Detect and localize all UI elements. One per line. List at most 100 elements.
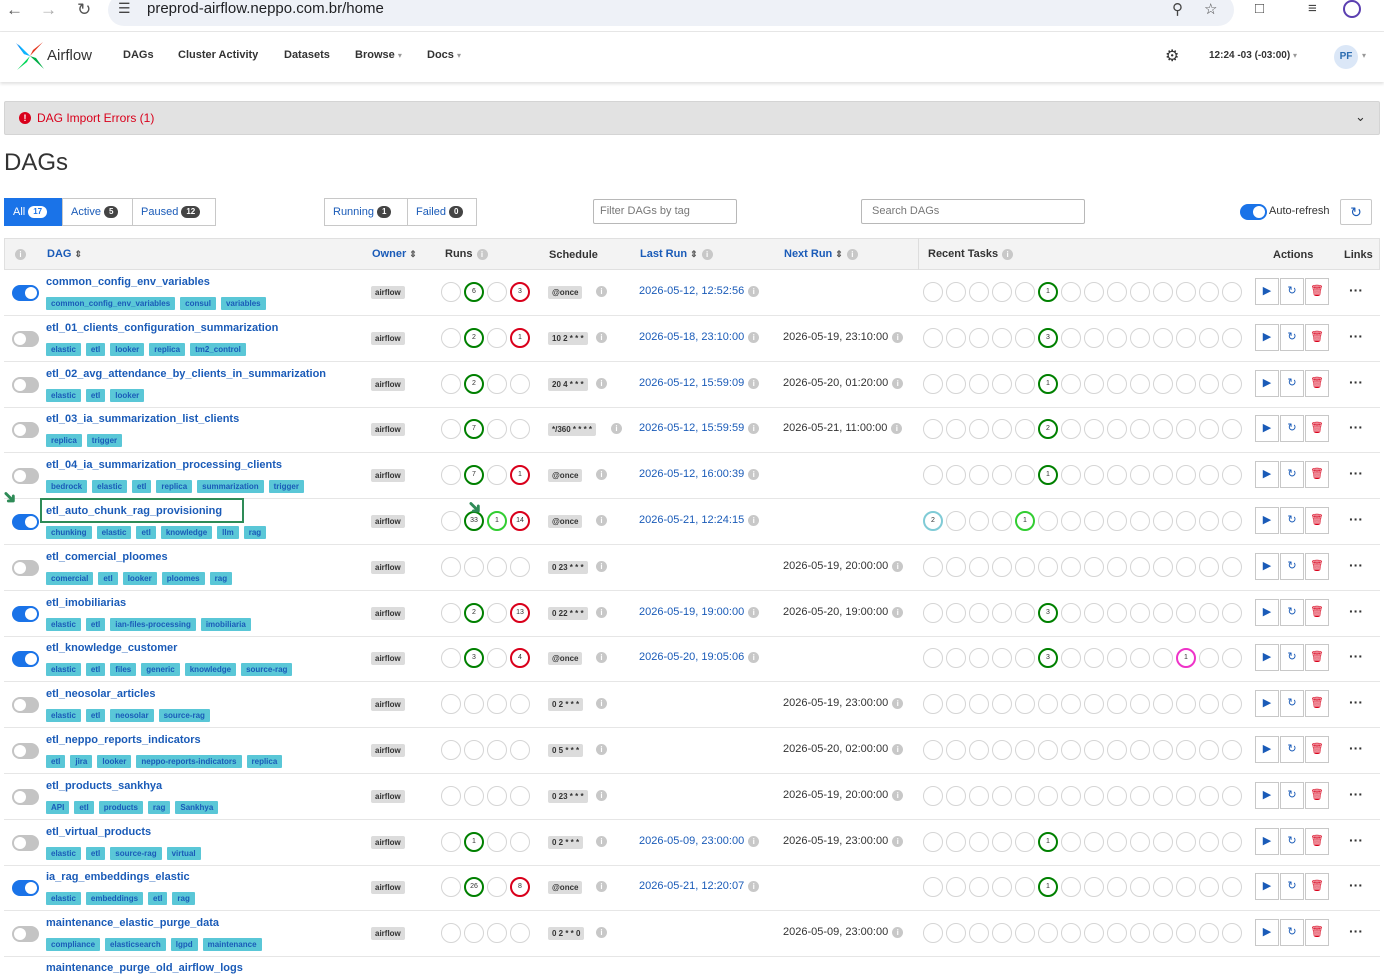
auto-refresh-toggle[interactable] (1240, 204, 1267, 220)
schedule-badge[interactable]: 0 23 * * * (548, 790, 588, 803)
run-status-circle[interactable] (441, 557, 461, 577)
task-status-circle[interactable] (1199, 511, 1219, 531)
tag-badge[interactable]: etl (85, 847, 106, 860)
task-status-circle[interactable] (1061, 511, 1081, 531)
schedule-badge[interactable]: 0 5 * * * (548, 744, 584, 757)
brand-name[interactable]: Airflow (47, 47, 92, 64)
task-status-circle[interactable] (1107, 374, 1127, 394)
task-status-circle[interactable] (1199, 740, 1219, 760)
refresh-dag-button[interactable]: ↻ (1280, 370, 1304, 397)
task-status-circle[interactable] (1176, 694, 1196, 714)
task-status-circle[interactable] (1015, 877, 1035, 897)
run-status-circle[interactable] (441, 419, 461, 439)
more-links-icon[interactable]: ··· (1349, 557, 1363, 573)
info-icon[interactable]: i (892, 606, 904, 618)
task-status-circle[interactable] (1015, 923, 1035, 943)
run-status-circle[interactable] (441, 740, 461, 760)
task-status-circle[interactable] (1061, 877, 1081, 897)
more-links-icon[interactable]: ··· (1349, 648, 1363, 664)
tag-badge[interactable]: looker (97, 755, 132, 768)
dag-name-link[interactable]: etl_03_ia_summarization_list_clients (46, 413, 239, 425)
task-status-circle[interactable] (969, 374, 989, 394)
task-status-circle[interactable] (992, 648, 1012, 668)
pause-toggle[interactable] (12, 331, 39, 347)
task-status-circle[interactable] (1015, 603, 1035, 623)
task-status-circle[interactable] (969, 328, 989, 348)
task-status-circle[interactable] (1153, 511, 1173, 531)
task-status-circle[interactable] (1153, 694, 1173, 714)
task-status-circle[interactable] (946, 282, 966, 302)
info-icon[interactable]: i (748, 331, 760, 343)
refresh-dag-button[interactable]: ↻ (1280, 461, 1304, 488)
task-status-circle[interactable] (946, 465, 966, 485)
last-run-value[interactable]: 2026-05-18, 23:10:00 (639, 331, 744, 343)
info-icon[interactable]: i (892, 697, 904, 709)
info-icon[interactable]: i (596, 607, 607, 618)
schedule-badge[interactable]: 0 22 * * * (548, 607, 588, 620)
task-status-circle[interactable] (1153, 877, 1173, 897)
reading-list-icon[interactable]: ≡ (1308, 0, 1317, 17)
last-run-value[interactable]: 2026-05-21, 12:24:15 (639, 514, 744, 526)
task-status-circle[interactable] (1130, 328, 1150, 348)
refresh-dag-button[interactable]: ↻ (1280, 782, 1304, 809)
task-status-circle[interactable] (1130, 786, 1150, 806)
task-status-circle[interactable] (1107, 694, 1127, 714)
task-status-circle[interactable] (1153, 419, 1173, 439)
info-icon[interactable]: i (748, 285, 760, 297)
delete-dag-button[interactable]: 🗑 (1305, 461, 1329, 488)
task-status-circle[interactable] (1061, 419, 1081, 439)
task-status-circle[interactable] (1222, 923, 1242, 943)
pause-toggle[interactable] (12, 468, 39, 484)
task-status-circle[interactable] (992, 419, 1012, 439)
last-run-link[interactable]: 2026-05-21, 12:24:15 i (639, 514, 760, 526)
owner-badge[interactable]: airflow (371, 652, 405, 665)
dag-name-link[interactable]: etl_02_avg_attendance_by_clients_in_summ… (46, 368, 326, 380)
task-status-circle[interactable] (923, 328, 943, 348)
tag-badge[interactable]: elastic (46, 663, 81, 676)
info-icon[interactable]: i (596, 332, 607, 343)
more-links-icon[interactable]: ··· (1349, 923, 1363, 939)
tag-badge[interactable]: ploomes (161, 572, 205, 585)
task-status-circle[interactable] (1038, 740, 1058, 760)
task-status-circle[interactable] (923, 419, 943, 439)
task-status-circle[interactable] (1084, 282, 1104, 302)
refresh-dag-button[interactable]: ↻ (1280, 507, 1304, 534)
task-status-circle[interactable]: 3 (1038, 603, 1058, 623)
run-status-circle[interactable]: 3 (464, 648, 484, 668)
task-status-circle[interactable] (1130, 557, 1150, 577)
tag-badge[interactable]: comercial (46, 572, 94, 585)
schedule-badge[interactable]: @once (548, 469, 583, 482)
tag-badge[interactable]: compliance (46, 938, 101, 951)
task-status-circle[interactable] (1199, 694, 1219, 714)
task-status-circle[interactable] (1084, 786, 1104, 806)
task-status-circle[interactable] (1153, 648, 1173, 668)
task-status-circle[interactable] (1015, 557, 1035, 577)
last-run-link[interactable]: 2026-05-20, 19:05:06 i (639, 651, 760, 663)
task-status-circle[interactable] (946, 511, 966, 531)
nav-docs[interactable]: Docs ▾ (427, 49, 461, 61)
more-links-icon[interactable]: ··· (1349, 465, 1363, 481)
task-status-circle[interactable] (946, 877, 966, 897)
pause-toggle[interactable] (12, 880, 39, 896)
task-status-circle[interactable] (946, 740, 966, 760)
filter-running-button[interactable]: Running 1 (324, 198, 408, 226)
more-links-icon[interactable]: ··· (1349, 419, 1363, 435)
run-status-circle[interactable] (487, 786, 507, 806)
task-status-circle[interactable] (1084, 694, 1104, 714)
tag-badge[interactable]: bedrock (46, 480, 88, 493)
tag-badge[interactable]: generic (141, 663, 180, 676)
col-owner[interactable]: Owner ⇕ (372, 248, 417, 260)
tag-badge[interactable]: ian-files-processing (110, 618, 196, 631)
task-status-circle[interactable] (969, 786, 989, 806)
task-status-circle[interactable] (1107, 465, 1127, 485)
tag-badge[interactable]: embeddings (85, 892, 144, 905)
task-status-circle[interactable] (1130, 282, 1150, 302)
run-status-circle[interactable] (441, 923, 461, 943)
task-status-circle[interactable] (992, 694, 1012, 714)
run-status-circle[interactable] (487, 603, 507, 623)
task-status-circle[interactable] (923, 374, 943, 394)
task-status-circle[interactable] (969, 877, 989, 897)
info-icon[interactable]: i (596, 286, 607, 297)
task-status-circle[interactable] (946, 328, 966, 348)
run-status-circle[interactable]: 13 (510, 603, 530, 623)
